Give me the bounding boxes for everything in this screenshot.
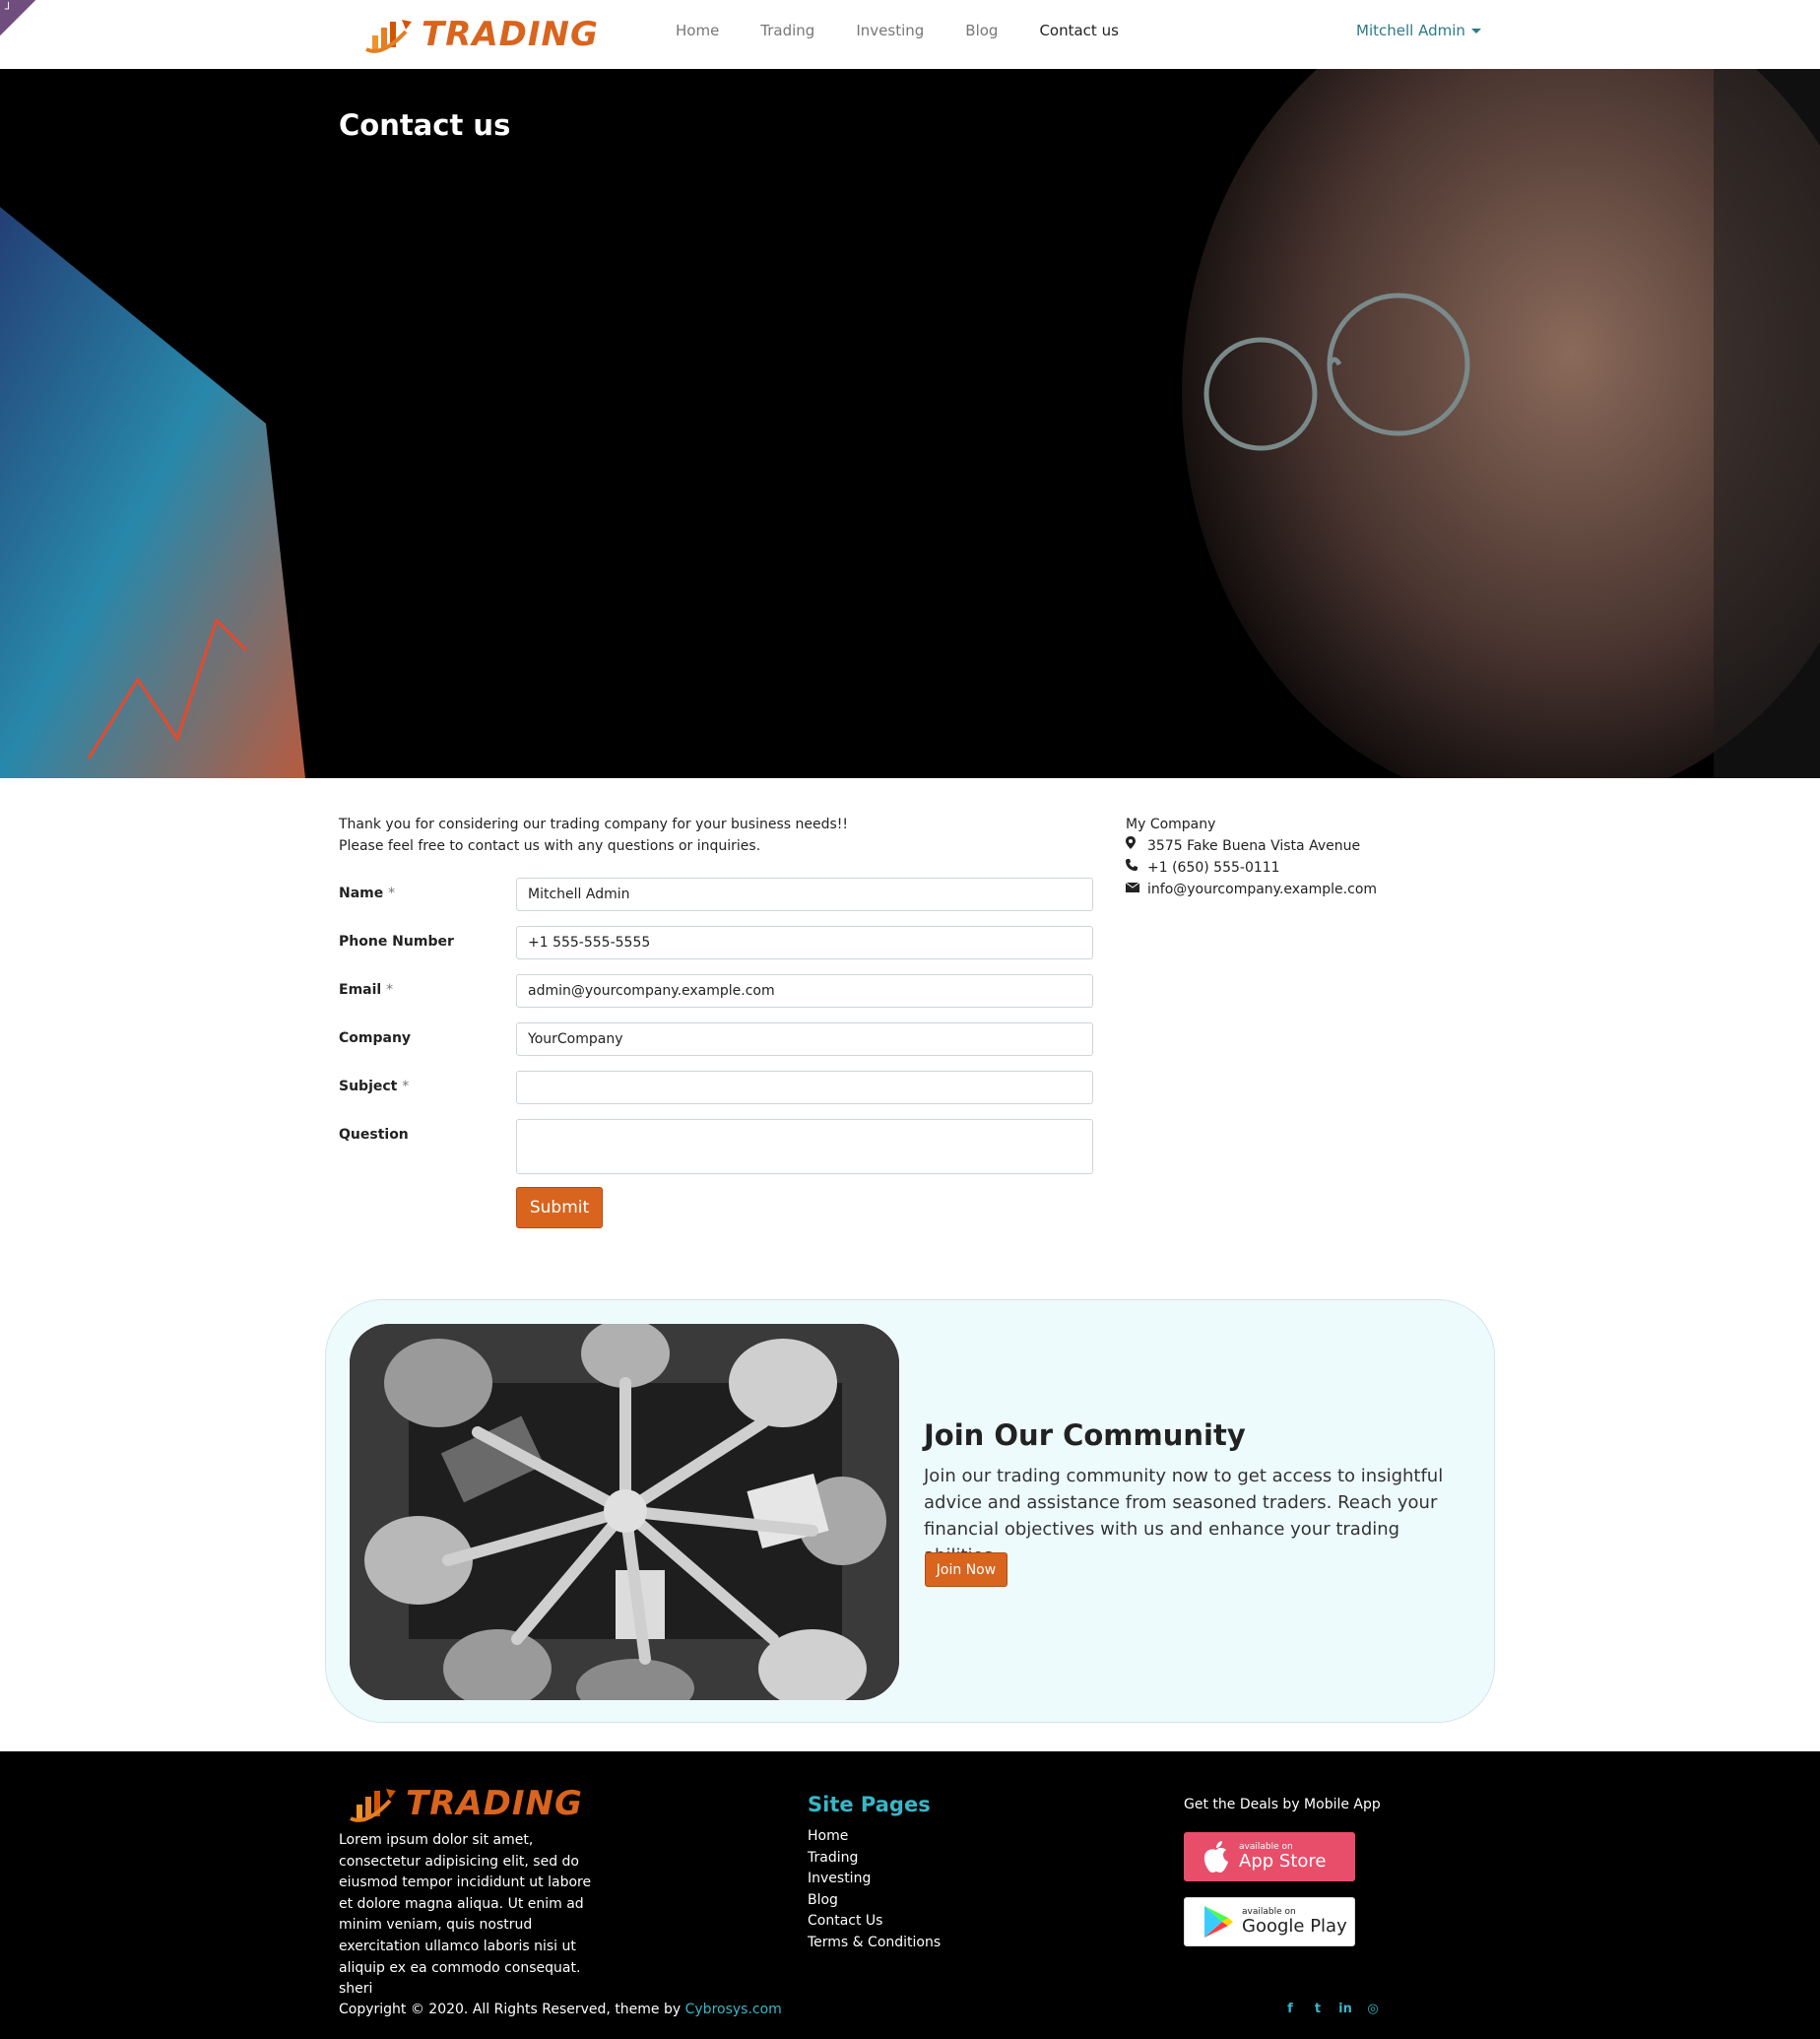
map-marker-icon — [1126, 835, 1147, 857]
subject-label: Subject * — [339, 1079, 410, 1094]
page-title: Contact us — [339, 108, 511, 142]
footer-link-contact-us[interactable]: Contact Us — [808, 1911, 941, 1933]
question-label: Question — [339, 1127, 409, 1143]
company-email: info@yourcompany.example.com — [1125, 879, 1377, 900]
social-links: f t in ◎ — [1276, 2002, 1387, 2016]
logo-chart-icon — [350, 1789, 396, 1822]
company-info: My Company 3575 Fake Buena Vista Avenue … — [1125, 814, 1377, 900]
company-label: Company — [339, 1030, 412, 1046]
linkedin-icon[interactable]: in — [1332, 2002, 1359, 2016]
envelope-icon — [1125, 879, 1147, 900]
main-nav: Home Trading Investing Blog Contact us — [676, 22, 1160, 39]
name-label: Name * — [339, 886, 396, 901]
team-hands-image — [350, 1324, 899, 1700]
company-field[interactable] — [516, 1022, 1093, 1056]
logo-text: TRADING — [422, 15, 599, 54]
form-row-question: Question — [339, 1119, 1093, 1174]
app-store-text: available on App Store — [1239, 1842, 1327, 1872]
edit-corner-icon[interactable]: ┘ — [0, 0, 35, 35]
caret-down-icon — [1470, 29, 1481, 33]
footer-link-trading[interactable]: Trading — [808, 1848, 941, 1870]
nav-investing[interactable]: Investing — [856, 22, 924, 39]
submit-button[interactable]: Submit — [516, 1187, 603, 1228]
phone-label: Phone Number — [339, 934, 454, 950]
site-footer: TRADING Lorem ipsum dolor sit amet, cons… — [0, 1751, 1820, 2039]
community-section: Join Our Community Join our trading comm… — [325, 1299, 1495, 1723]
google-play-button[interactable]: available on Google Play — [1184, 1897, 1355, 1946]
cybrosys-link[interactable]: Cybrosys.com — [685, 2002, 782, 2017]
name-field[interactable] — [516, 878, 1093, 911]
community-photo — [350, 1324, 899, 1700]
nav-home[interactable]: Home — [676, 22, 719, 39]
footer-logo[interactable]: TRADING — [347, 1781, 583, 1826]
user-menu[interactable]: Mitchell Admin — [1356, 22, 1481, 39]
footer-about: Lorem ipsum dolor sit amet, consectetur … — [339, 1832, 592, 1998]
footer-link-home[interactable]: Home — [808, 1826, 941, 1848]
subject-field[interactable] — [516, 1071, 1093, 1104]
apple-icon — [1203, 1841, 1228, 1873]
hero-photo — [0, 69, 1820, 778]
instagram-icon[interactable]: ◎ — [1359, 2002, 1387, 2016]
company-phone: +1 (650) 555-0111 — [1126, 857, 1377, 879]
app-store-button[interactable]: available on App Store — [1184, 1832, 1355, 1881]
copyright: Copyright © 2020. All Rights Reserved, t… — [339, 2002, 782, 2017]
google-play-text: available on Google Play — [1242, 1907, 1347, 1937]
form-row-name: Name * — [339, 878, 1093, 911]
logo-chart-icon — [365, 20, 412, 53]
footer-link-investing[interactable]: Investing — [808, 1869, 941, 1890]
twitter-icon[interactable]: t — [1304, 2002, 1332, 2016]
user-name: Mitchell Admin — [1356, 22, 1465, 39]
email-label: Email * — [339, 982, 394, 998]
form-row-company: Company — [339, 1022, 1093, 1056]
company-address: 3575 Fake Buena Vista Avenue — [1126, 835, 1377, 857]
nav-contact-us[interactable]: Contact us — [1039, 22, 1118, 39]
site-logo[interactable]: TRADING — [362, 12, 599, 57]
mobile-app-title: Get the Deals by Mobile App — [1184, 1797, 1381, 1812]
email-field[interactable] — [516, 974, 1093, 1008]
phone-icon — [1126, 857, 1147, 879]
join-now-button[interactable]: Join Now — [925, 1552, 1008, 1587]
nav-blog[interactable]: Blog — [965, 22, 998, 39]
intro-line-2: Please feel free to contact us with any … — [339, 838, 761, 854]
site-pages-title: Site Pages — [808, 1793, 931, 1816]
site-header: ┘ TRADING Home Trading Investing Blog Co… — [0, 0, 1820, 69]
form-row-phone: Phone Number — [339, 926, 1093, 959]
company-name: My Company — [1126, 817, 1216, 832]
nav-trading[interactable]: Trading — [760, 22, 814, 39]
question-field[interactable] — [516, 1119, 1093, 1174]
intro-line-1: Thank you for considering our trading co… — [339, 817, 849, 832]
hero-banner: Contact us — [0, 69, 1820, 778]
footer-link-blog[interactable]: Blog — [808, 1890, 941, 1912]
facebook-icon[interactable]: f — [1276, 2002, 1304, 2016]
site-pages-list: Home Trading Investing Blog Contact Us T… — [808, 1826, 941, 1954]
form-row-email: Email * — [339, 974, 1093, 1008]
community-title: Join Our Community — [924, 1418, 1246, 1452]
footer-link-terms[interactable]: Terms & Conditions — [808, 1933, 941, 1954]
contact-intro: Thank you for considering our trading co… — [339, 814, 848, 857]
google-play-icon — [1204, 1906, 1233, 1938]
form-row-subject: Subject * — [339, 1071, 1093, 1104]
footer-logo-text: TRADING — [406, 1784, 583, 1823]
phone-field[interactable] — [516, 926, 1093, 959]
